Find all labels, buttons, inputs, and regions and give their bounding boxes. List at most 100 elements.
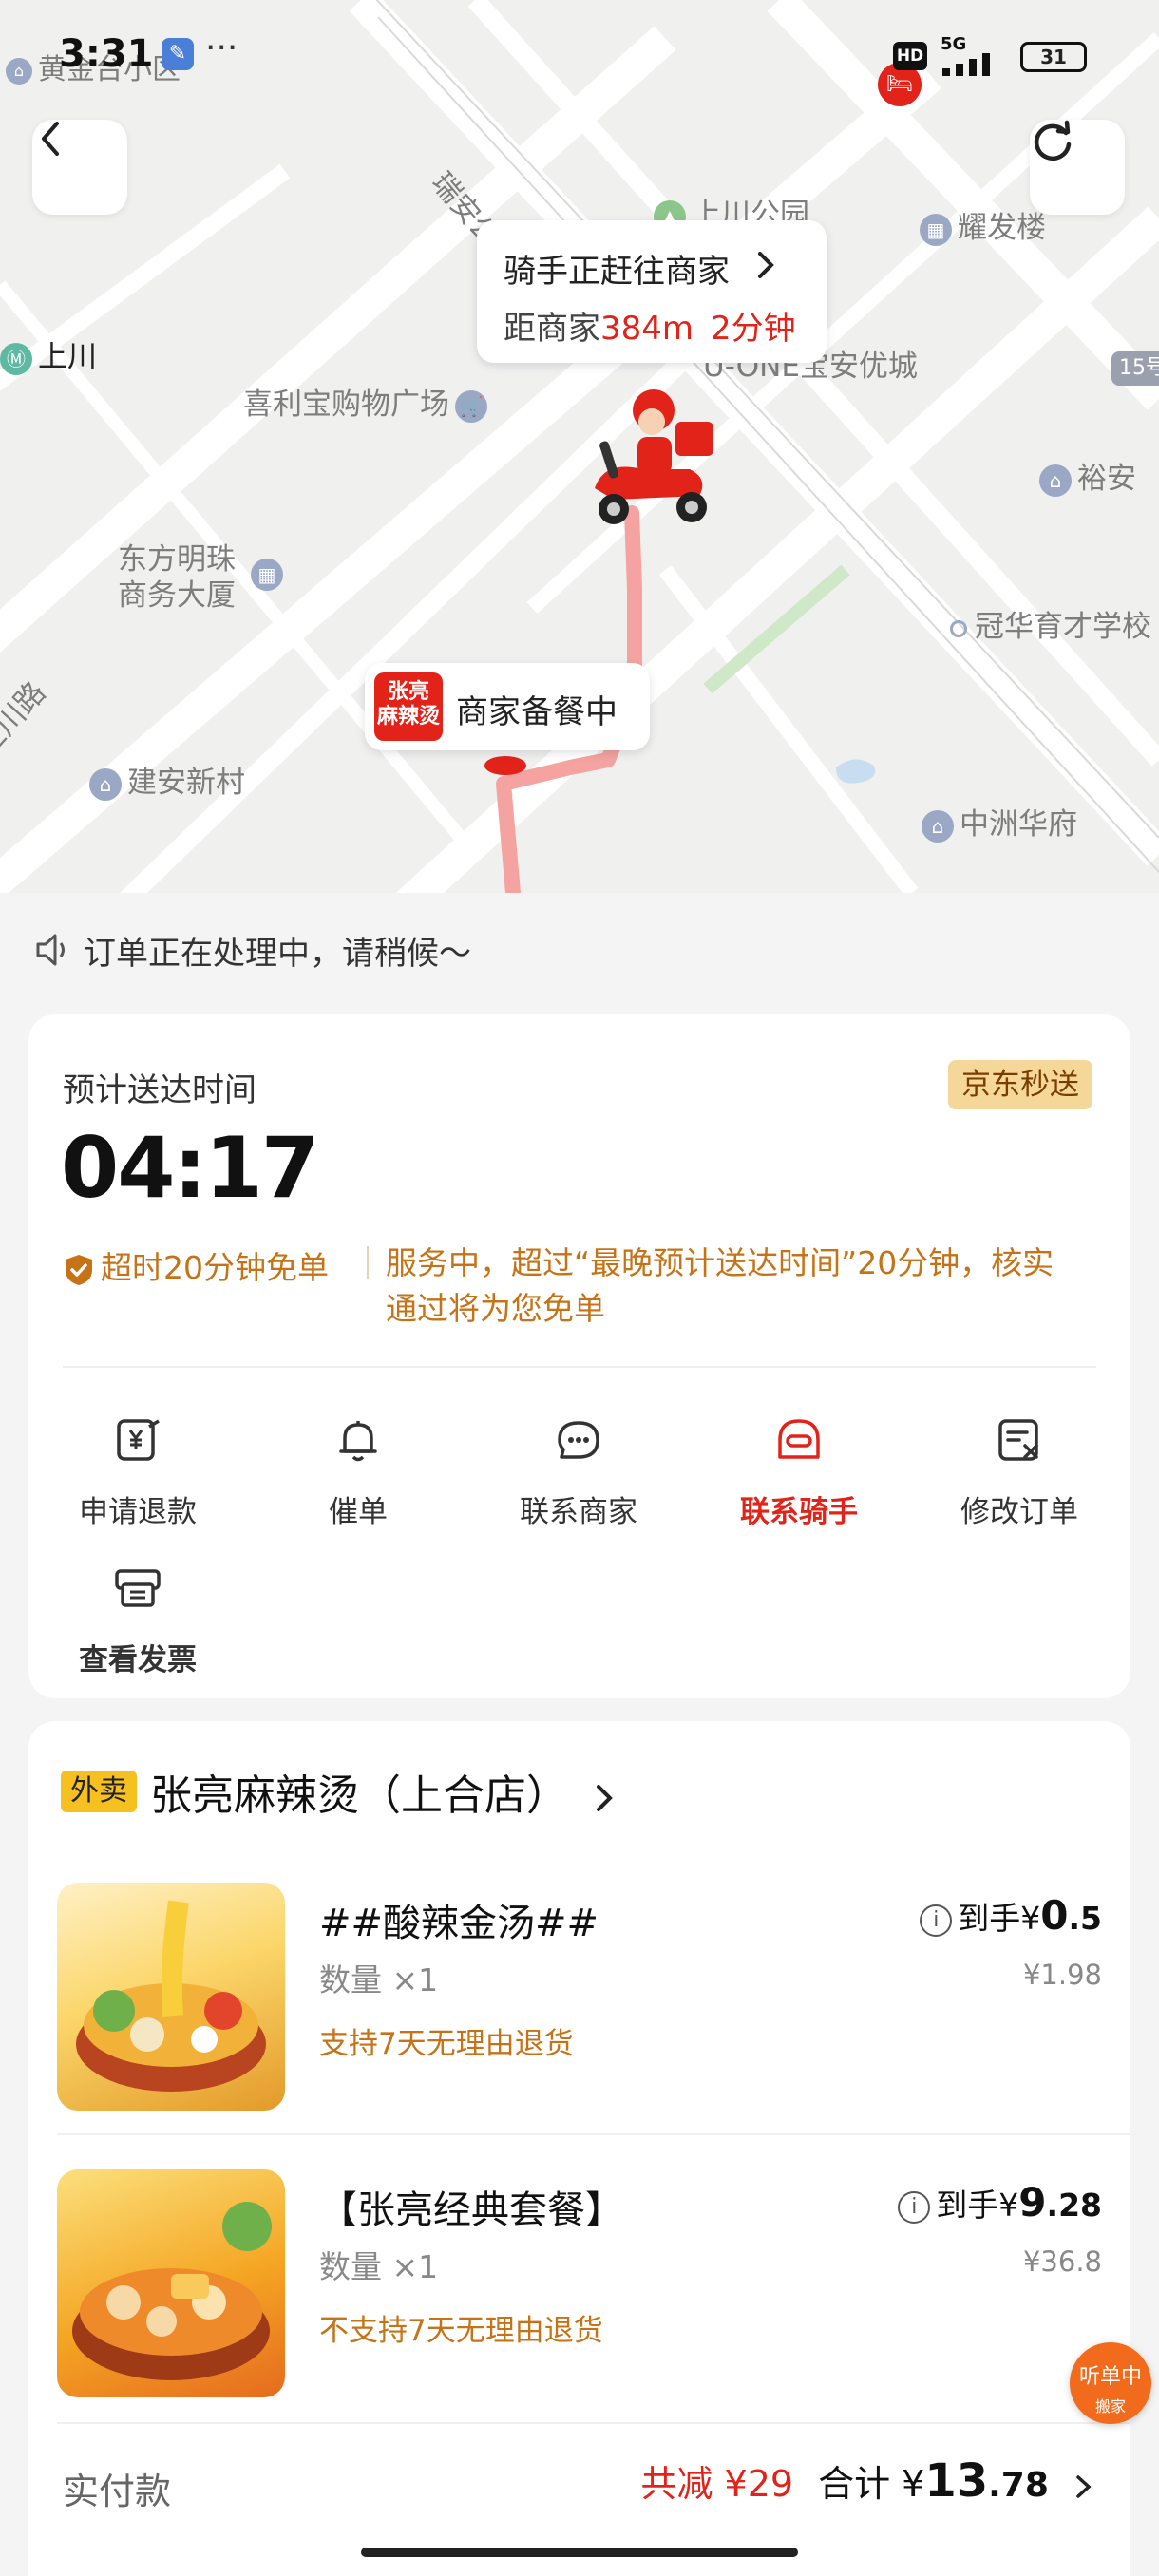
residential-icon: ⌂	[1039, 464, 1072, 497]
delivery-time-label: 预计送达时间	[63, 1071, 256, 1109]
speaker-icon	[36, 934, 65, 966]
shop-chat-icon	[558, 1421, 599, 1459]
map-label: ⌂ 裕安	[1039, 454, 1136, 497]
delivery-service-badge: 京东秒送	[948, 1060, 1092, 1109]
divider	[63, 1366, 1096, 1368]
order-item[interactable]: ##酸辣金汤## 数量 ×1 支持7天无理由退货 i 到手¥0.5 ¥1.98	[28, 1854, 1130, 2111]
action-label: 催单	[329, 1495, 388, 1529]
bell-icon	[339, 1421, 377, 1462]
edit-order-icon	[998, 1419, 1038, 1461]
floating-assistant-button[interactable]: 听单中 搬家	[1070, 2342, 1151, 2424]
map-label: 冠华育才学校	[950, 602, 1151, 645]
divider	[57, 2133, 1130, 2135]
wrench-icon: ✎	[162, 38, 194, 70]
rider-status-title: 骑手正赶往商家	[504, 253, 730, 291]
item-quantity: 数量 ×1	[319, 2248, 439, 2285]
item-return-policy: 支持7天无理由退货	[319, 2027, 574, 2061]
action-label: 修改订单	[960, 1495, 1078, 1529]
item-name: ##酸辣金汤##	[319, 1902, 599, 1945]
map-label: ⌂ 建安新村	[89, 758, 245, 801]
action-label: 联系骑手	[740, 1495, 858, 1529]
more-dots-icon: ···	[205, 28, 238, 67]
divider	[367, 1246, 369, 1279]
modify-order-button[interactable]: 修改订单	[910, 1413, 1129, 1530]
rider-marker-icon	[585, 384, 718, 536]
store-name-link[interactable]: 张亮麻辣烫（上合店）	[150, 1761, 619, 1822]
notice-text: 订单正在处理中，请稍候～	[84, 934, 471, 973]
status-time: 3:31	[59, 32, 154, 76]
item-final-price: i 到手¥9.28	[898, 2179, 1102, 2226]
rider-distance: 距商家384m 2分钟	[504, 310, 796, 348]
item-image	[57, 1883, 285, 2111]
action-label: 联系商家	[520, 1495, 637, 1529]
item-return-policy: 不支持7天无理由退货	[319, 2314, 603, 2348]
view-invoice-button[interactable]: 查看发票	[28, 1562, 247, 1678]
helmet-icon	[778, 1419, 820, 1459]
payment-amount: 共减 ¥29 合计 ¥13.78	[640, 2454, 1096, 2508]
status-bar: 3:31 ✎ ··· HD 5G 31	[0, 0, 1159, 114]
guarantee-title: 超时20分钟免单	[63, 1242, 329, 1288]
floating-line1: 听单中	[1078, 2365, 1142, 2389]
merchant-status-label: 商家备餐中	[456, 693, 618, 731]
signal-icon	[939, 53, 1005, 76]
network-label: 5G	[940, 34, 967, 54]
shield-check-icon	[66, 1254, 92, 1285]
floating-line2: 搬家	[1094, 2397, 1126, 2415]
map-view[interactable]: ⌂ 黄金台小区 瑞安公园 ▲ 上川公园 ▦ 耀发楼 Ⓜ 上川 喜利宝购物广场 🛒 U-ON…	[0, 0, 1159, 893]
building-icon: ▦	[251, 559, 283, 591]
item-name: 【张亮经典套餐】	[319, 2188, 623, 2232]
map-label: ▦ 耀发楼	[920, 203, 1046, 246]
map-label: 喜利宝购物广场 🛒	[243, 380, 493, 423]
info-icon[interactable]: i	[898, 2190, 931, 2224]
payment-label: 实付款	[63, 2471, 172, 2512]
hd-icon: HD	[893, 42, 927, 70]
item-quantity: 数量 ×1	[319, 1961, 439, 1998]
rider-status-bubble[interactable]: 骑手正赶往商家 距商家384m 2分钟	[477, 220, 826, 363]
delivery-eta: 04:17	[61, 1119, 319, 1217]
refund-icon	[117, 1419, 160, 1461]
item-image	[57, 2169, 285, 2397]
shopping-icon: 🛒	[455, 389, 487, 423]
map-label: ⌂ 中洲华府	[922, 800, 1077, 843]
order-items-card: 外卖 张亮麻辣烫（上合店） ##酸辣金汤## 数量 ×1 支持7天无理由退货 i…	[28, 1721, 1130, 2576]
refund-button[interactable]: 申请退款	[28, 1413, 247, 1530]
map-label: Ⓜ 上川	[0, 332, 97, 375]
merchant-logo: 张亮 麻辣烫	[374, 672, 443, 741]
battery-icon: 31	[1020, 42, 1087, 72]
school-icon	[950, 619, 967, 637]
item-original-price: ¥36.8	[1022, 2245, 1102, 2278]
refresh-icon	[1034, 120, 1072, 161]
action-label: 查看发票	[79, 1643, 197, 1677]
guarantee-description: 服务中，超过“最晚预计送达时间”20分钟，核实通过将为您免单	[386, 1244, 1054, 1327]
chevron-right-icon	[1076, 2474, 1092, 2498]
building-icon: ▦	[920, 213, 952, 246]
merchant-status-bubble[interactable]: 张亮 麻辣烫 商家备餐中	[365, 663, 650, 750]
action-label: 申请退款	[79, 1495, 197, 1529]
item-original-price: ¥1.98	[1022, 1959, 1102, 1991]
map-label: 东方明珠 商务大厦	[118, 542, 236, 613]
item-final-price: i 到手¥0.5	[920, 1892, 1102, 1939]
order-notice: 订单正在处理中，请稍候～	[0, 893, 1159, 1007]
discount-amount: 共减 ¥29	[640, 2463, 794, 2505]
home-indicator[interactable]	[361, 2548, 798, 2557]
chevron-left-icon	[42, 122, 59, 156]
back-button[interactable]	[32, 120, 127, 215]
contact-rider-button[interactable]: 联系骑手	[690, 1413, 908, 1530]
payment-summary[interactable]: 实付款 共减 ¥29 合计 ¥13.78	[28, 2426, 1130, 2540]
metro-icon: Ⓜ	[0, 342, 32, 375]
divider	[57, 2422, 1130, 2424]
residential-icon: ⌂	[922, 809, 954, 843]
delivery-card: 预计送达时间 京东秒送 04:17 超时20分钟免单 服务中，超过“最晚预计送达…	[28, 1014, 1130, 1698]
urge-order-button[interactable]: 催单	[249, 1413, 467, 1530]
order-type-tag: 外卖	[61, 1771, 137, 1812]
chevron-right-icon	[597, 1785, 613, 1811]
order-item[interactable]: 【张亮经典套餐】 数量 ×1 不支持7天无理由退货 i 到手¥9.28 ¥36.8	[28, 2141, 1130, 2397]
refresh-button[interactable]	[1030, 120, 1125, 215]
residential-icon: ⌂	[89, 767, 122, 801]
info-icon[interactable]: i	[920, 1904, 953, 1937]
road-number-badge: 15号	[1112, 351, 1159, 386]
invoice-icon	[115, 1569, 161, 1607]
contact-merchant-button[interactable]: 联系商家	[469, 1413, 688, 1530]
store-name: 张亮麻辣烫（上合店）	[150, 1771, 568, 1820]
chevron-right-icon	[758, 252, 774, 278]
